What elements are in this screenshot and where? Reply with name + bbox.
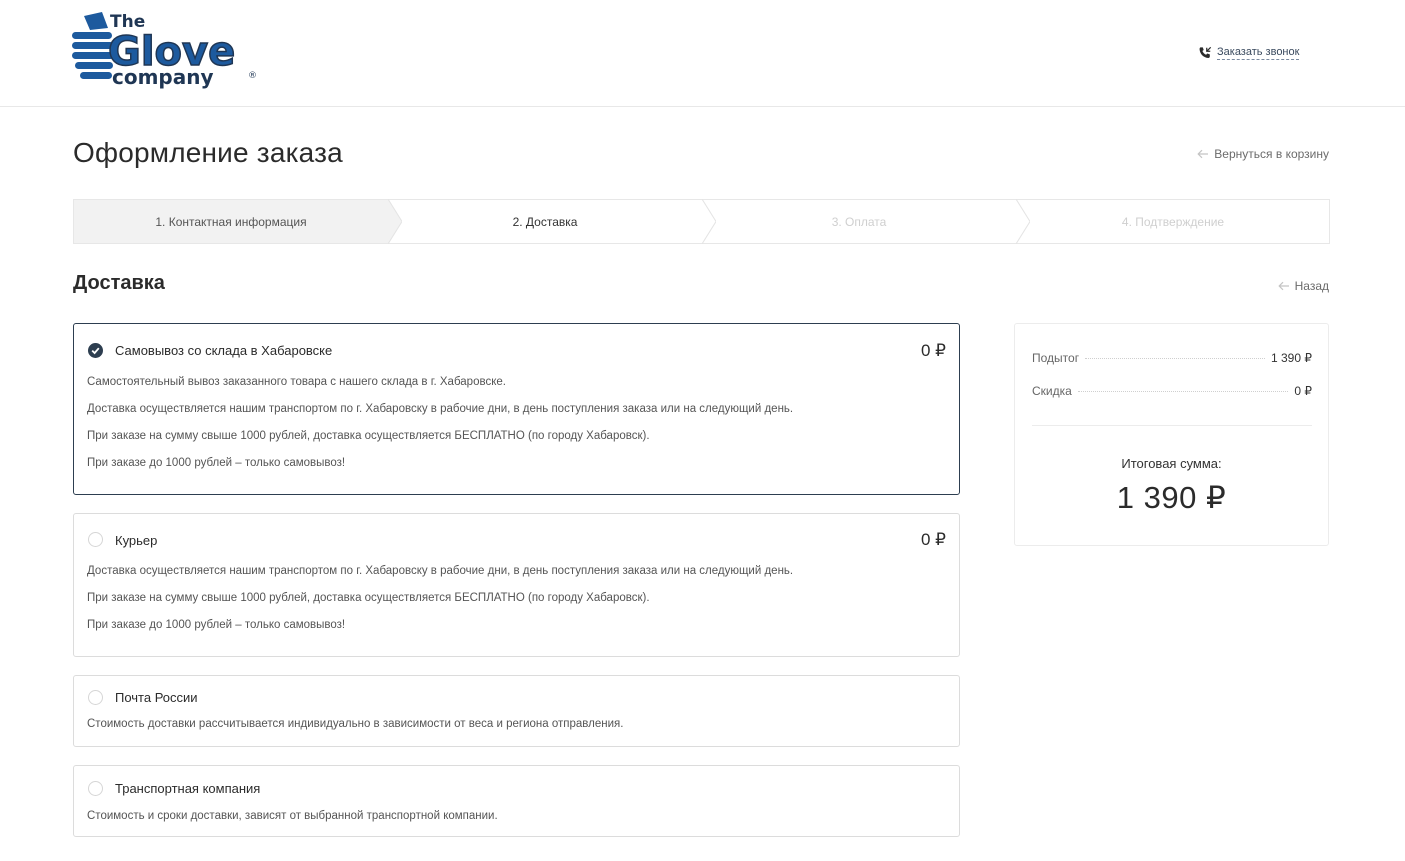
delivery-option-courier[interactable]: Курьер 0 ₽ Доставка осуществляется нашим… [73, 513, 960, 657]
description-line: При заказе на сумму свыше 1000 рублей, д… [87, 592, 650, 604]
option-price: 0 ₽ [921, 341, 946, 360]
description-line: Стоимость доставки рассчитывается индиви… [87, 718, 624, 730]
section-title-delivery: Доставка [73, 272, 165, 294]
glove-company-logo[interactable]: The Glove company ® [72, 10, 288, 90]
step-separator [702, 199, 716, 244]
back-to-cart-label[interactable]: Вернуться в корзину [1214, 147, 1329, 161]
arrow-left-icon [1277, 281, 1289, 291]
option-name: Самовывоз со склада в Хабаровске [115, 343, 333, 358]
delivery-option-russian-post[interactable]: Почта России Стоимость доставки рассчиты… [73, 675, 960, 747]
step-confirmation: 4. Подтверждение [1016, 200, 1330, 243]
dotted-leader [1077, 391, 1289, 392]
option-name: Транспортная компания [115, 781, 261, 796]
radio-button-checked[interactable] [88, 343, 103, 358]
back-to-cart-link[interactable]: Вернуться в корзину [1197, 147, 1329, 161]
total-label: Итоговая сумма: [1121, 456, 1222, 471]
description-line: Самостоятельный вывоз заказанного товара… [87, 376, 506, 388]
radio-button[interactable] [88, 532, 103, 547]
radio-button[interactable] [88, 690, 103, 705]
back-label[interactable]: Назад [1295, 279, 1329, 293]
description-line: При заказе до 1000 рублей – только самов… [87, 457, 346, 469]
description-line: При заказе на сумму свыше 1000 рублей, д… [87, 430, 650, 442]
option-description: Самостоятельный вывоз заказанного товара… [87, 369, 793, 477]
step-label: 4. Подтверждение [1121, 214, 1225, 229]
radio-button[interactable] [88, 781, 103, 796]
dotted-leader [1085, 358, 1265, 359]
option-description: Стоимость доставки рассчитывается индиви… [87, 711, 623, 738]
discount-row: Скидка 0 ₽ [1032, 384, 1312, 398]
description-line: Стоимость и сроки доставки, зависят от в… [87, 810, 498, 822]
site-header: The Glove company ® Заказать звонок [0, 0, 1405, 107]
step-label: 3. Оплата [831, 214, 887, 229]
phone-incoming-icon [1199, 46, 1212, 58]
delivery-option-pickup[interactable]: Самовывоз со склада в Хабаровске 0 ₽ Сам… [73, 323, 960, 495]
step-label: 1. Контактная информация [155, 214, 307, 229]
back-link[interactable]: Назад [1277, 279, 1329, 293]
callback-link[interactable]: Заказать звонок [1198, 46, 1300, 60]
option-name: Курьер [115, 533, 158, 548]
step-label: 2. Доставка [512, 214, 578, 229]
step-separator [388, 199, 402, 244]
discount-label: Скидка [1032, 384, 1072, 398]
checkout-steps: 1. Контактная информация 2. Доставка 3. … [73, 199, 1330, 244]
subtotal-label: Подытог [1032, 351, 1080, 365]
subtotal-row: Подытог 1 390 ₽ [1032, 351, 1312, 365]
callback-label[interactable]: Заказать звонок [1217, 46, 1300, 60]
description-line: При заказе до 1000 рублей – только самов… [87, 619, 346, 631]
summary-divider [1032, 425, 1312, 426]
svg-text:®: ® [248, 71, 257, 81]
delivery-option-transport-company[interactable]: Транспортная компания Стоимость и сроки … [73, 765, 960, 837]
svg-text:company: company [112, 65, 214, 89]
checkmark-icon [91, 347, 100, 355]
step-payment: 3. Оплата [702, 200, 1016, 243]
page-title: Оформление заказа [73, 137, 343, 168]
discount-value: 0 ₽ [1294, 384, 1312, 398]
option-price: 0 ₽ [921, 530, 946, 549]
total-value: 1 390 ₽ [1116, 480, 1227, 515]
description-line: Доставка осуществляется нашим транспорто… [87, 403, 794, 415]
subtotal-value: 1 390 ₽ [1271, 351, 1312, 365]
option-description: Доставка осуществляется нашим транспорто… [87, 558, 793, 639]
description-line: Доставка осуществляется нашим транспорто… [87, 565, 794, 577]
option-name: Почта России [115, 690, 198, 705]
step-contact-info[interactable]: 1. Контактная информация [74, 200, 388, 243]
option-description: Стоимость и сроки доставки, зависят от в… [87, 803, 498, 830]
arrow-left-icon [1197, 149, 1209, 159]
step-delivery[interactable]: 2. Доставка [388, 200, 702, 243]
step-separator [1016, 199, 1030, 244]
order-summary: Подытог 1 390 ₽ Скидка 0 ₽ Итоговая сумм… [1014, 323, 1329, 546]
